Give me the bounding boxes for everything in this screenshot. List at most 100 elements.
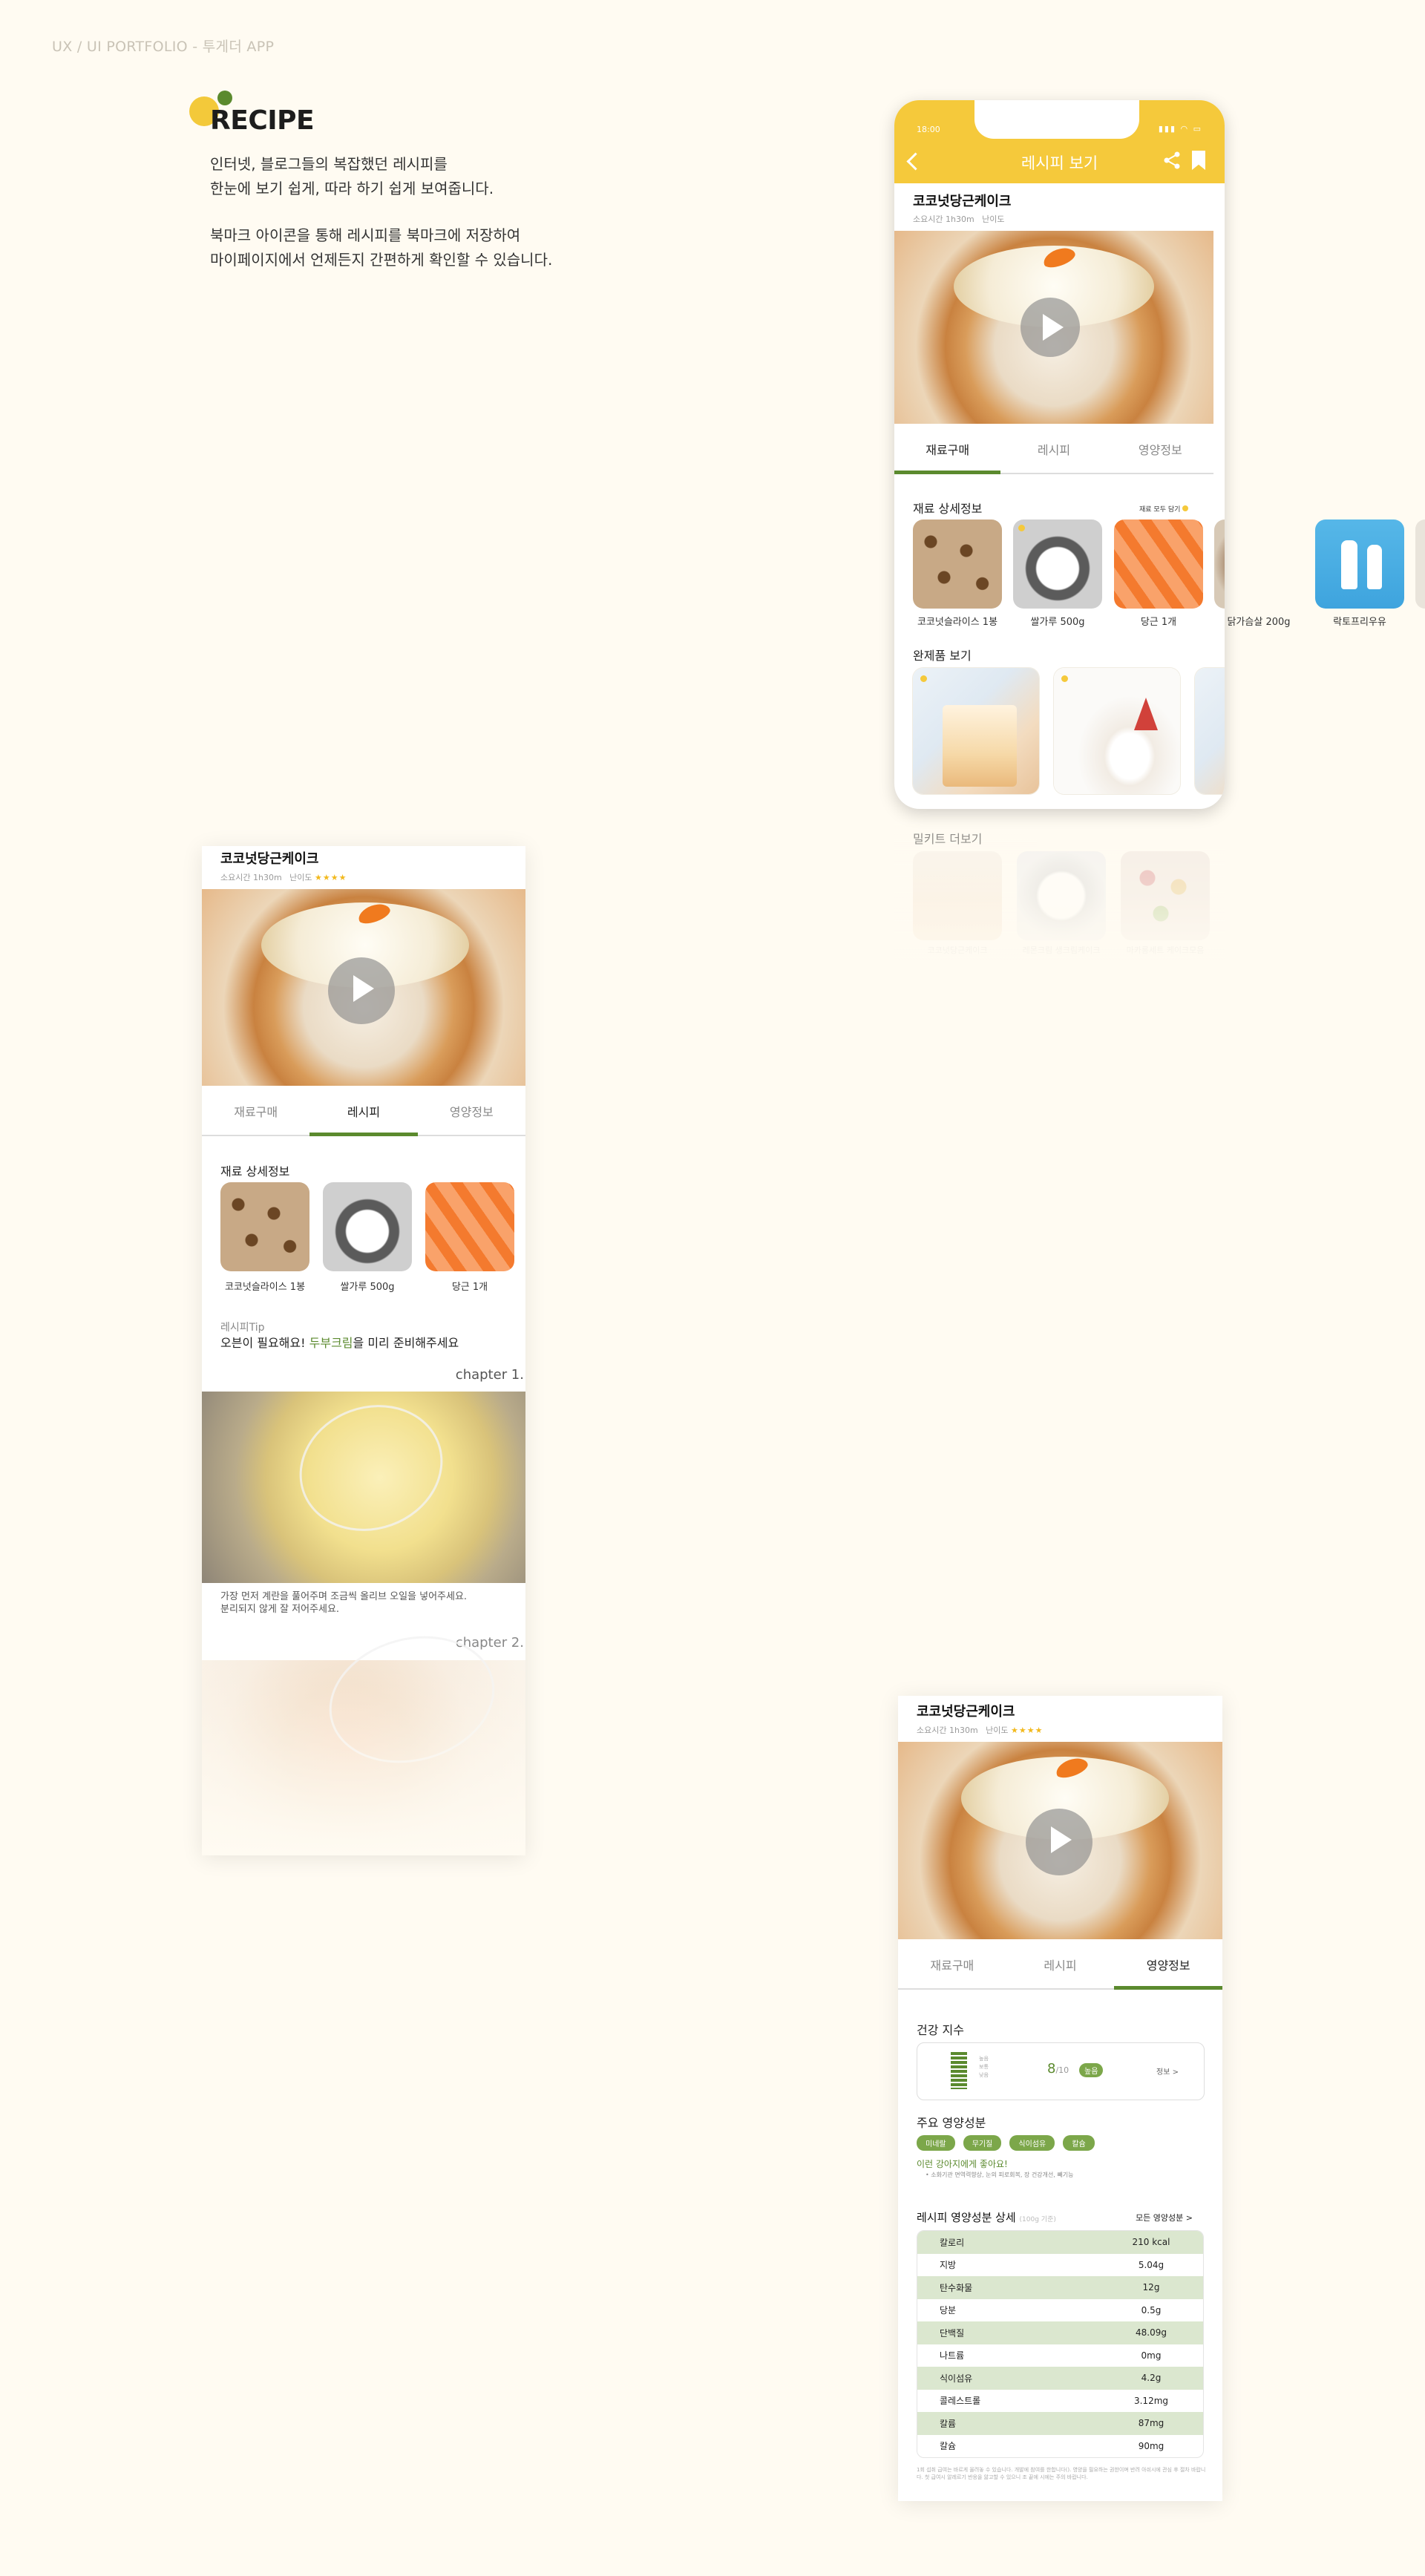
nutrient-value: 48.09g bbox=[1136, 2327, 1167, 2339]
ingredient-thumb-chicken[interactable] bbox=[1214, 520, 1225, 609]
ingredient-thumb-coconut[interactable] bbox=[220, 1182, 309, 1271]
tab-nutrition[interactable]: 영양정보 bbox=[418, 1087, 525, 1135]
nutrition-row: 식이섬유 4.2g bbox=[917, 2367, 1203, 2390]
nutrient-value: 3.12mg bbox=[1133, 2395, 1169, 2406]
mealkit-heading: 밀키트 더보기 bbox=[913, 832, 983, 846]
intro-line: 한눈에 보기 쉽게, 따라 하기 쉽게 보여줍니다. bbox=[210, 180, 494, 197]
ingredient-thumb-carrot[interactable] bbox=[425, 1182, 514, 1271]
nutrition-table: 칼로리 210 kcal 지방 5.04g 탄수화물 12g 당분 0.5g 단백질 48.09g… bbox=[917, 2230, 1204, 2458]
play-icon[interactable] bbox=[1021, 298, 1080, 357]
nutrition-row: 칼슘 90mg bbox=[917, 2435, 1203, 2458]
gauge-levels: 높음 보통 낮음 bbox=[979, 2055, 989, 2080]
nutrient-value: 4.2g bbox=[1141, 2373, 1162, 2384]
tab-recipe[interactable]: 레시피 bbox=[1006, 1941, 1115, 1988]
nutrition-row: 칼로리 210 kcal bbox=[917, 2231, 1203, 2254]
nutrient-badge: 미네랄 bbox=[917, 2135, 955, 2151]
status-time: 18:00 bbox=[917, 125, 940, 134]
tab-nutrition[interactable]: 영양정보 bbox=[1107, 425, 1213, 473]
ingredient-thumb-flour[interactable] bbox=[1013, 520, 1102, 609]
recipe-meta: 소요시간 1h30m 난이도 ★★★★ bbox=[917, 1724, 1044, 1736]
nutrient-badge: 식이섬유 bbox=[1009, 2135, 1055, 2151]
tab-ingredients[interactable]: 재료구매 bbox=[202, 1087, 309, 1135]
select-all-button[interactable]: 재료 모두 담기 bbox=[1139, 504, 1189, 514]
mealkit-thumb[interactable] bbox=[1017, 851, 1106, 940]
nutrient-name: 나트륨 bbox=[940, 2350, 965, 2362]
tip-suffix: 을 미리 준비해주세요 bbox=[353, 1336, 459, 1350]
phone-notch bbox=[974, 100, 1139, 139]
difficulty-stars: ★★★★ bbox=[315, 873, 347, 882]
ingredient-label: 코코넛슬라이스 1봉 bbox=[917, 617, 998, 628]
nutrition-row: 탄수화물 12g bbox=[917, 2276, 1203, 2299]
mealkit-thumb[interactable] bbox=[1121, 851, 1210, 940]
ingredient-label: 당근 1개 bbox=[451, 1282, 488, 1293]
nutrient-badge: 칼슘 bbox=[1063, 2135, 1095, 2151]
nutrient-name: 탄수화물 bbox=[940, 2282, 973, 2293]
step-2-image bbox=[202, 1618, 525, 1855]
nutrition-row: 나트륨 0mg bbox=[917, 2344, 1203, 2367]
ingredient-thumb-carrot[interactable] bbox=[1114, 520, 1203, 609]
time-label: 소요시간 bbox=[913, 214, 943, 224]
nutrient-name: 칼로리 bbox=[940, 2237, 965, 2248]
recipe-video[interactable] bbox=[202, 889, 525, 1086]
recipe-meta: 소요시간 1h30m 난이도 ★★★★ bbox=[220, 871, 347, 883]
tab-ingredients[interactable]: 재료구매 bbox=[898, 1941, 1006, 1988]
recipe-tabs: 재료구매 레시피 영양정보 bbox=[898, 1941, 1222, 1990]
logo-green-dot bbox=[217, 91, 232, 105]
recipe-video[interactable] bbox=[898, 1742, 1222, 1939]
recommend-text: 이런 강아지에게 좋아요! bbox=[917, 2159, 1008, 2169]
tip-label: 레시피Tip bbox=[220, 1322, 265, 1334]
mealkit-thumb[interactable] bbox=[913, 851, 1002, 940]
nutrition-row: 단백질 48.09g bbox=[917, 2321, 1203, 2344]
ingredient-thumb-coconut[interactable] bbox=[913, 520, 1002, 609]
ingredient-thumb-more bbox=[1415, 520, 1425, 609]
nutrient-name: 콜레스트롤 bbox=[940, 2396, 981, 2407]
nutrient-value: 87mg bbox=[1138, 2418, 1164, 2429]
recommend-detail: • 소화기관 면역력향상, 눈의 피로회복, 장 건강개선, 빼기능 bbox=[926, 2172, 1074, 2178]
ingredient-thumb-flour[interactable] bbox=[323, 1182, 412, 1271]
health-gauge bbox=[951, 2052, 967, 2089]
nutrition-screen: 코코넛당근케이크 소요시간 1h30m 난이도 ★★★★ 재료구매 레시피 영양… bbox=[898, 1696, 1222, 2501]
nutrient-name: 단백질 bbox=[940, 2327, 965, 2339]
product-card[interactable] bbox=[1054, 668, 1180, 794]
share-icon[interactable] bbox=[1162, 151, 1182, 170]
health-score-unit: /10 bbox=[1055, 2065, 1069, 2075]
nutrient-value: 90mg bbox=[1138, 2440, 1164, 2451]
all-nutrients-link[interactable]: 모든 영양성분 > bbox=[1136, 2212, 1193, 2223]
logo-text: RECIPE bbox=[210, 105, 315, 136]
play-icon[interactable] bbox=[1026, 1809, 1092, 1875]
mealkit-label: 마카롱세트 케이크모음 bbox=[1126, 945, 1205, 955]
tab-recipe[interactable]: 레시피 bbox=[309, 1087, 418, 1136]
nutrition-row: 당분 0.5g bbox=[917, 2299, 1203, 2322]
nutrient-badge: 무기질 bbox=[963, 2135, 1002, 2151]
tab-recipe[interactable]: 레시피 bbox=[1000, 425, 1107, 473]
party-hat-icon bbox=[1134, 698, 1158, 730]
step-1-line: 분리되지 않게 잘 저어주세요. bbox=[220, 1604, 340, 1615]
product-card[interactable] bbox=[1195, 668, 1225, 794]
time-label: 소요시간 bbox=[220, 873, 251, 882]
health-score-value: 8 bbox=[1047, 2061, 1056, 2077]
nutrient-value: 210 kcal bbox=[1132, 2237, 1170, 2248]
recipe-tabs: 재료구매 레시피 영양정보 bbox=[894, 425, 1213, 474]
ingredient-label: 코코넛슬라이스 1봉 bbox=[224, 1282, 306, 1293]
main-nutrients-heading: 주요 영양성분 bbox=[917, 2116, 986, 2130]
product-card[interactable] bbox=[913, 668, 1039, 794]
step-1-image bbox=[202, 1385, 525, 1583]
ingredient-thumb-milk[interactable] bbox=[1315, 520, 1404, 609]
tab-ingredients[interactable]: 재료구매 bbox=[894, 425, 1001, 474]
health-score-card: 높음 보통 낮음 8/10 높음 정보 > bbox=[917, 2042, 1205, 2100]
nutrition-footnote: 1회 섭취 급여는 바르게 올려놓 수 있습니다. 개발에 참여를 한합니다()… bbox=[917, 2467, 1206, 2480]
whisk-icon bbox=[281, 1385, 461, 1551]
nutrient-name: 당분 bbox=[940, 2305, 957, 2316]
difficulty-label: 난이도 bbox=[982, 214, 1005, 224]
detail-heading: 레시피 영양성분 상세 (100g 기준) bbox=[917, 2209, 1056, 2225]
health-info-link[interactable]: 정보 > bbox=[1156, 2065, 1179, 2077]
detail-heading-sub: (100g 기준) bbox=[1019, 2216, 1056, 2223]
mealkit-label: 레몬크림 생크림케이크 bbox=[1022, 945, 1101, 955]
recipe-logo: RECIPE bbox=[189, 88, 330, 140]
intro-line: 인터넷, 블로그들의 복잡했던 레시피를 bbox=[210, 155, 448, 173]
play-icon[interactable] bbox=[328, 957, 395, 1024]
gauge-level-label: 낮음 bbox=[979, 2072, 989, 2078]
recipe-video[interactable] bbox=[894, 231, 1213, 424]
tab-nutrition[interactable]: 영양정보 bbox=[1114, 1941, 1222, 1990]
recipe-steps-screen: 코코넛당근케이크 소요시간 1h30m 난이도 ★★★★ 재료구매 레시피 영양… bbox=[202, 846, 525, 1855]
